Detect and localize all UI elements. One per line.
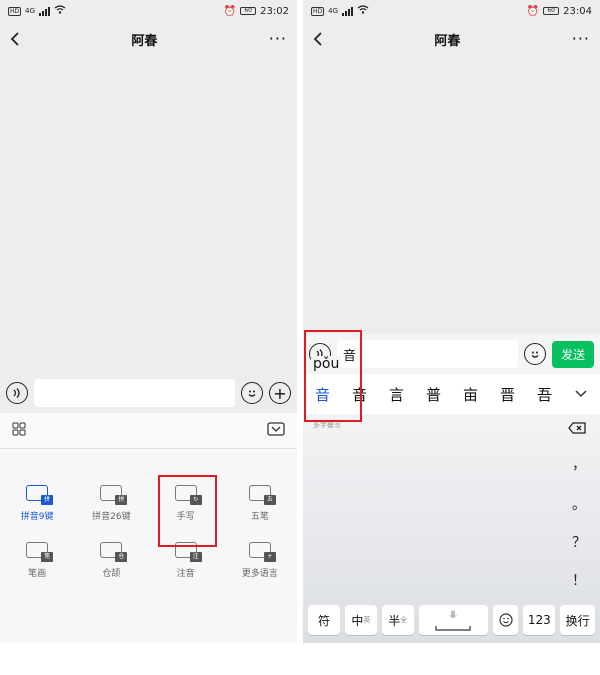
plus-icon[interactable]: +: [269, 382, 291, 404]
option-label: 笔画: [28, 569, 47, 579]
half-full-width-key[interactable]: 半全: [381, 605, 414, 635]
signal-icon: [342, 6, 354, 16]
keyboard-option-wubi[interactable]: 五 五笔: [223, 485, 297, 522]
panel-tab-row: [0, 413, 297, 449]
highlight-box-handwriting: [158, 475, 217, 547]
period-key[interactable]: 。: [572, 494, 586, 514]
chat-header: 阿春 ···: [0, 22, 297, 56]
chat-title: 阿春: [434, 33, 461, 49]
back-icon[interactable]: [313, 31, 323, 47]
right-screenshot: HD 4G ⏰ 60 23:04 阿春 ··· 音 发送 pǒu 音 音 言 普…: [303, 0, 600, 643]
battery-icon: 60: [543, 7, 560, 15]
keyboard-selection-panel: 拼 拼音9键 拼 拼音26键 ↻ 手写 五 五笔 笔 笔画 仓 仓颉 注 注音 …: [0, 413, 297, 643]
chevron-down-icon[interactable]: [574, 385, 588, 403]
highlight-box-handwriting-result: [304, 330, 362, 422]
emoji-icon[interactable]: [241, 382, 263, 404]
wifi-icon: [54, 5, 66, 17]
emoji-key[interactable]: [493, 605, 519, 635]
option-label: 注音: [176, 569, 195, 579]
numeric-key[interactable]: 123: [523, 605, 556, 635]
alarm-icon: ⏰: [526, 5, 540, 17]
handwriting-area[interactable]: 多字叠写 ， 。 ？ ！ 符 中英 半全 123 换行: [303, 414, 600, 643]
key-label: 中: [351, 613, 364, 628]
microphone-icon: [449, 610, 458, 624]
keyboard-icon: 笔: [26, 542, 54, 562]
clock: 23:02: [260, 5, 289, 17]
message-input[interactable]: [34, 379, 235, 407]
symbol-key[interactable]: 符: [308, 605, 340, 635]
signal-icon: [39, 6, 51, 16]
emoji-icon[interactable]: [523, 343, 546, 365]
chat-header: 阿春 ···: [303, 22, 600, 56]
keyboard-icon: 仓: [100, 542, 128, 562]
option-label: 更多语言: [241, 569, 278, 579]
keyboard-option-more-languages[interactable]: + 更多语言: [223, 542, 297, 579]
left-screenshot: HD 4G ⏰ 60 23:02 阿春 ··· + 拼 拼音9键 拼 拼音26键…: [0, 0, 297, 643]
backspace-icon[interactable]: [568, 422, 586, 438]
newline-key[interactable]: 换行: [560, 605, 596, 635]
chat-title: 阿春: [131, 33, 158, 49]
keyboard-options-grid: 拼 拼音9键 拼 拼音26键 ↻ 手写 五 五笔 笔 笔画 仓 仓颉 注 注音 …: [0, 449, 297, 579]
status-bar: HD 4G ⏰ 60 23:04: [303, 0, 600, 22]
key-sublabel: 英: [363, 616, 371, 624]
clock: 23:04: [563, 5, 592, 17]
space-bar-icon: [435, 625, 472, 631]
send-button[interactable]: 发送: [551, 340, 594, 368]
network-label: 4G: [328, 7, 339, 15]
keyboard-option-pinyin9[interactable]: 拼 拼音9键: [0, 485, 74, 522]
grid-icon[interactable]: [12, 421, 26, 440]
keyboard-option-pinyin26[interactable]: 拼 拼音26键: [74, 485, 148, 522]
network-label: 4G: [25, 7, 36, 15]
option-label: 五笔: [250, 512, 269, 522]
alarm-icon: ⏰: [223, 5, 237, 17]
keyboard-icon: 五: [248, 485, 276, 505]
keyboard-option-zhuyin[interactable]: 注 注音: [149, 542, 223, 579]
chinese-english-key[interactable]: 中英: [344, 605, 377, 635]
wifi-icon: [357, 5, 369, 17]
key-label: 半: [388, 613, 401, 628]
option-label: 拼音9键: [20, 512, 54, 522]
candidate[interactable]: 晋: [500, 384, 515, 405]
candidate[interactable]: 吾: [537, 384, 552, 405]
message-input[interactable]: 音: [337, 340, 518, 368]
message-input-bar: +: [0, 373, 297, 413]
back-icon[interactable]: [10, 31, 20, 47]
candidate[interactable]: 普: [426, 384, 441, 405]
question-key[interactable]: ？: [572, 532, 586, 552]
key-sublabel: 全: [400, 616, 408, 624]
keyboard-icon: 拼: [100, 485, 128, 505]
hd-indicator: HD: [8, 6, 22, 16]
status-bar: HD 4G ⏰ 60 23:02: [0, 0, 297, 22]
candidate[interactable]: 亩: [463, 384, 478, 405]
keyboard-option-cangjie[interactable]: 仓 仓颉: [74, 542, 148, 579]
option-label: 仓颉: [102, 569, 121, 579]
more-icon[interactable]: ···: [269, 31, 287, 47]
candidate[interactable]: 言: [389, 384, 404, 405]
option-label: 拼音26键: [92, 512, 131, 522]
more-icon[interactable]: ···: [572, 31, 590, 47]
space-key[interactable]: [418, 605, 489, 635]
collapse-keyboard-icon[interactable]: [267, 421, 285, 440]
add-language-icon: +: [248, 542, 276, 562]
hd-indicator: HD: [311, 6, 325, 16]
keyboard-option-stroke[interactable]: 笔 笔画: [0, 542, 74, 579]
exclamation-key[interactable]: ！: [572, 570, 586, 590]
battery-icon: 60: [240, 7, 257, 15]
keyboard-icon: 拼: [26, 485, 54, 505]
voice-icon[interactable]: [6, 382, 28, 404]
comma-key[interactable]: ，: [572, 454, 586, 474]
bottom-key-row: 符 中英 半全 123 换行: [303, 605, 600, 635]
